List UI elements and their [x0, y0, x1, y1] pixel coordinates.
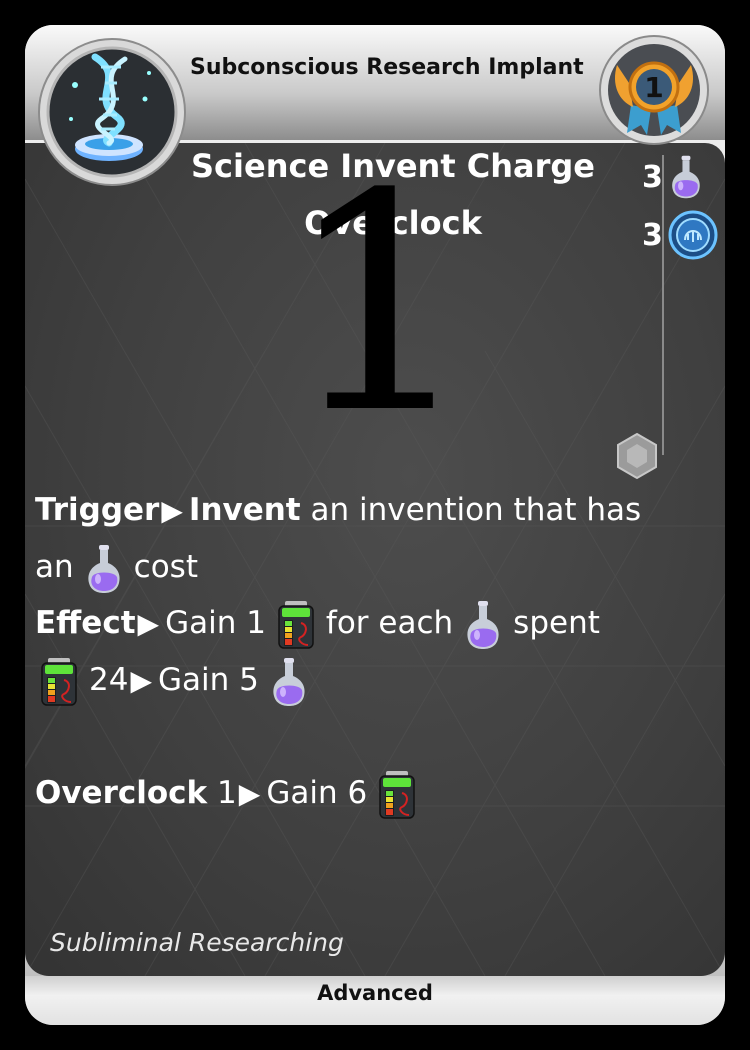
- cost-row-research: 3: [642, 210, 718, 260]
- arrow-icon: ▶: [137, 607, 160, 640]
- effect-text-spent: spent: [513, 605, 600, 641]
- overclock-line: Overclock 1▶ Gain 6: [35, 765, 695, 822]
- effect-text-foreach: for each: [325, 605, 454, 641]
- dna-portrait-icon: [38, 38, 186, 186]
- cost-value-research: 3: [642, 217, 663, 253]
- overclock-label: Overclock: [35, 775, 208, 811]
- hex-socket-icon: [617, 432, 657, 480]
- arrow-icon: ▶: [161, 494, 183, 527]
- science-flask-icon: [84, 543, 124, 595]
- charge-battery-icon: [377, 769, 417, 821]
- card-name: Subconscious Research Implant: [190, 55, 584, 80]
- research-disc-icon: [668, 210, 718, 260]
- science-flask-icon: [269, 656, 309, 708]
- science-flask-icon: [668, 154, 704, 200]
- effect-label: Effect: [35, 605, 136, 641]
- charge-threshold: 24: [89, 662, 129, 698]
- trigger-text-cost: cost: [133, 549, 198, 585]
- trigger-label: Trigger: [35, 492, 160, 528]
- trigger-text-an: an: [35, 549, 74, 585]
- trigger-line-2: an cost: [35, 539, 695, 595]
- science-flask-icon: [463, 599, 503, 651]
- rules-spacer: [35, 709, 695, 765]
- card-type-label: Advanced: [317, 981, 433, 1005]
- cost-value-science: 3: [642, 159, 663, 195]
- medal-number: 1: [644, 71, 663, 104]
- trigger-text: an invention that has: [310, 492, 642, 528]
- arrow-icon: ▶: [130, 664, 152, 697]
- effect-line-1: Effect▶ Gain 1 for each spent: [35, 595, 695, 652]
- effect-line-2: 24▶ Gain 5: [35, 652, 695, 709]
- charge-battery-icon: [39, 656, 79, 708]
- trigger-line-1: Trigger▶ Invent an invention that has: [35, 482, 695, 539]
- arrow-icon: ▶: [238, 777, 261, 810]
- effect-text-gain: Gain 1: [165, 605, 266, 641]
- charge-battery-icon: [276, 599, 316, 651]
- overclock-text: Gain 6: [266, 775, 368, 811]
- cost-row-science: 3: [642, 154, 704, 200]
- flavor-text: Subliminal Researching: [50, 928, 344, 957]
- cost-track-line: [662, 155, 664, 455]
- invent-keyword: Invent: [188, 492, 301, 528]
- overclock-value: 1: [217, 775, 237, 811]
- effect-text-gain-5: Gain 5: [158, 662, 259, 698]
- big-level-number: 1: [284, 130, 476, 479]
- tier-medal-icon: 1: [599, 35, 709, 145]
- rules-text: Trigger▶ Invent an invention that has an c…: [35, 482, 695, 822]
